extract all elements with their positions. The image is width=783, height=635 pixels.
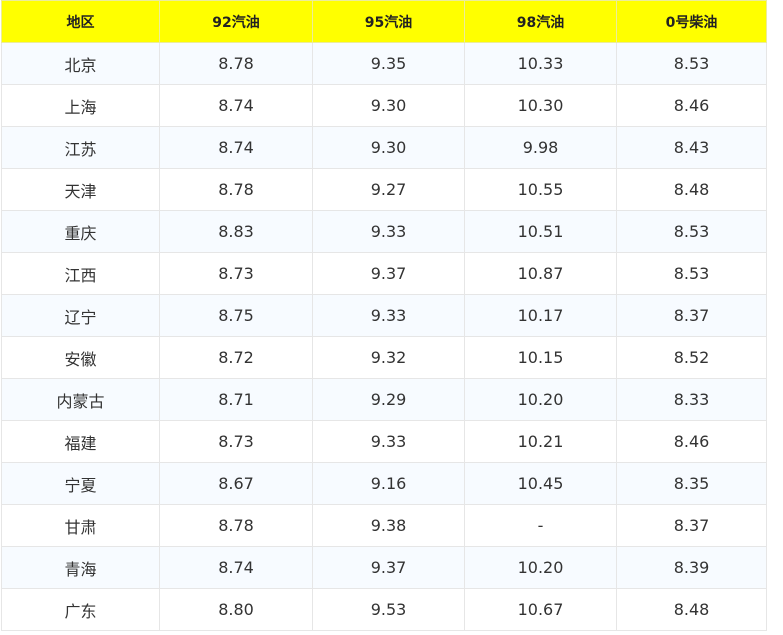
fuel-price-table: 地区 92汽油 95汽油 98汽油 0号柴油 北京 8.78 9.35 10.33 8.… (1, 0, 767, 631)
cell-gasoline-92: 8.83 (159, 210, 313, 253)
cell-gasoline-98: 9.98 (464, 126, 617, 169)
cell-gasoline-95: 9.53 (312, 588, 465, 631)
cell-gasoline-98: 10.20 (464, 546, 617, 589)
cell-diesel-0: 8.53 (616, 210, 767, 253)
header-gasoline-95: 95汽油 (312, 0, 465, 43)
table-row: 重庆 8.83 9.33 10.51 8.53 (1, 210, 767, 253)
table-row: 广东 8.80 9.53 10.67 8.48 (1, 588, 767, 631)
cell-gasoline-92: 8.78 (159, 168, 313, 211)
table-row: 甘肃 8.78 9.38-8.37 (1, 504, 767, 547)
cell-gasoline-98: 10.20 (464, 378, 617, 421)
cell-region: 北京 (1, 42, 160, 85)
cell-gasoline-92: 8.78 (159, 504, 313, 547)
table-row: 宁夏 8.67 9.16 10.45 8.35 (1, 462, 767, 505)
cell-gasoline-95: 9.30 (312, 84, 465, 127)
cell-gasoline-98: 10.87 (464, 252, 617, 295)
table-row: 福建 8.73 9.33 10.21 8.46 (1, 420, 767, 463)
header-row: 地区 92汽油 95汽油 98汽油 0号柴油 (1, 0, 767, 43)
cell-gasoline-95: 9.38 (312, 504, 465, 547)
cell-diesel-0: 8.46 (616, 84, 767, 127)
cell-gasoline-92: 8.71 (159, 378, 313, 421)
cell-region: 安徽 (1, 336, 160, 379)
cell-gasoline-98: 10.67 (464, 588, 617, 631)
cell-region: 江西 (1, 252, 160, 295)
table-row: 内蒙古 8.71 9.29 10.20 8.33 (1, 378, 767, 421)
cell-gasoline-92: 8.73 (159, 252, 313, 295)
cell-region: 上海 (1, 84, 160, 127)
cell-region: 天津 (1, 168, 160, 211)
cell-gasoline-95: 9.32 (312, 336, 465, 379)
cell-gasoline-98: 10.15 (464, 336, 617, 379)
cell-region: 福建 (1, 420, 160, 463)
cell-gasoline-92: 8.78 (159, 42, 313, 85)
table-row: 北京 8.78 9.35 10.33 8.53 (1, 42, 767, 85)
cell-gasoline-98: 10.33 (464, 42, 617, 85)
table-row: 辽宁 8.75 9.33 10.17 8.37 (1, 294, 767, 337)
cell-gasoline-92: 8.75 (159, 294, 313, 337)
cell-diesel-0: 8.48 (616, 588, 767, 631)
cell-gasoline-92: 8.74 (159, 126, 313, 169)
cell-gasoline-92: 8.80 (159, 588, 313, 631)
cell-gasoline-98: 10.55 (464, 168, 617, 211)
cell-diesel-0: 8.53 (616, 42, 767, 85)
cell-diesel-0: 8.39 (616, 546, 767, 589)
cell-gasoline-95: 9.37 (312, 546, 465, 589)
cell-gasoline-98: 10.45 (464, 462, 617, 505)
table-row: 上海 8.74 9.30 10.30 8.46 (1, 84, 767, 127)
cell-gasoline-92: 8.73 (159, 420, 313, 463)
table-row: 安徽 8.72 9.32 10.15 8.52 (1, 336, 767, 379)
cell-gasoline-92: 8.74 (159, 84, 313, 127)
table-header: 地区 92汽油 95汽油 98汽油 0号柴油 (1, 0, 767, 43)
cell-gasoline-95: 9.33 (312, 420, 465, 463)
cell-gasoline-98: - (464, 504, 617, 547)
cell-gasoline-98: 10.51 (464, 210, 617, 253)
cell-diesel-0: 8.53 (616, 252, 767, 295)
cell-region: 重庆 (1, 210, 160, 253)
cell-region: 辽宁 (1, 294, 160, 337)
cell-region: 江苏 (1, 126, 160, 169)
cell-region: 甘肃 (1, 504, 160, 547)
cell-gasoline-92: 8.72 (159, 336, 313, 379)
cell-gasoline-92: 8.74 (159, 546, 313, 589)
cell-gasoline-95: 9.35 (312, 42, 465, 85)
header-region: 地区 (1, 0, 160, 43)
cell-gasoline-95: 9.30 (312, 126, 465, 169)
header-gasoline-98: 98汽油 (464, 0, 617, 43)
cell-region: 青海 (1, 546, 160, 589)
cell-diesel-0: 8.52 (616, 336, 767, 379)
cell-gasoline-98: 10.30 (464, 84, 617, 127)
cell-diesel-0: 8.33 (616, 378, 767, 421)
cell-gasoline-95: 9.37 (312, 252, 465, 295)
header-gasoline-92: 92汽油 (159, 0, 313, 43)
table-row: 江苏 8.74 9.30 9.98 8.43 (1, 126, 767, 169)
cell-diesel-0: 8.37 (616, 504, 767, 547)
cell-diesel-0: 8.46 (616, 420, 767, 463)
cell-region: 宁夏 (1, 462, 160, 505)
cell-gasoline-95: 9.27 (312, 168, 465, 211)
header-diesel-0: 0号柴油 (616, 0, 767, 43)
cell-diesel-0: 8.35 (616, 462, 767, 505)
cell-gasoline-92: 8.67 (159, 462, 313, 505)
cell-region: 内蒙古 (1, 378, 160, 421)
cell-gasoline-95: 9.16 (312, 462, 465, 505)
cell-diesel-0: 8.48 (616, 168, 767, 211)
table-row: 天津 8.78 9.27 10.55 8.48 (1, 168, 767, 211)
cell-diesel-0: 8.43 (616, 126, 767, 169)
cell-diesel-0: 8.37 (616, 294, 767, 337)
cell-gasoline-95: 9.33 (312, 210, 465, 253)
cell-gasoline-98: 10.17 (464, 294, 617, 337)
table-row: 江西 8.73 9.37 10.87 8.53 (1, 252, 767, 295)
cell-gasoline-95: 9.33 (312, 294, 465, 337)
cell-gasoline-98: 10.21 (464, 420, 617, 463)
table-body: 北京 8.78 9.35 10.33 8.53 上海 8.74 9.30 10.30 8.46 江苏… (1, 42, 767, 631)
table-row: 青海 8.74 9.37 10.20 8.39 (1, 546, 767, 589)
cell-gasoline-95: 9.29 (312, 378, 465, 421)
cell-region: 广东 (1, 588, 160, 631)
